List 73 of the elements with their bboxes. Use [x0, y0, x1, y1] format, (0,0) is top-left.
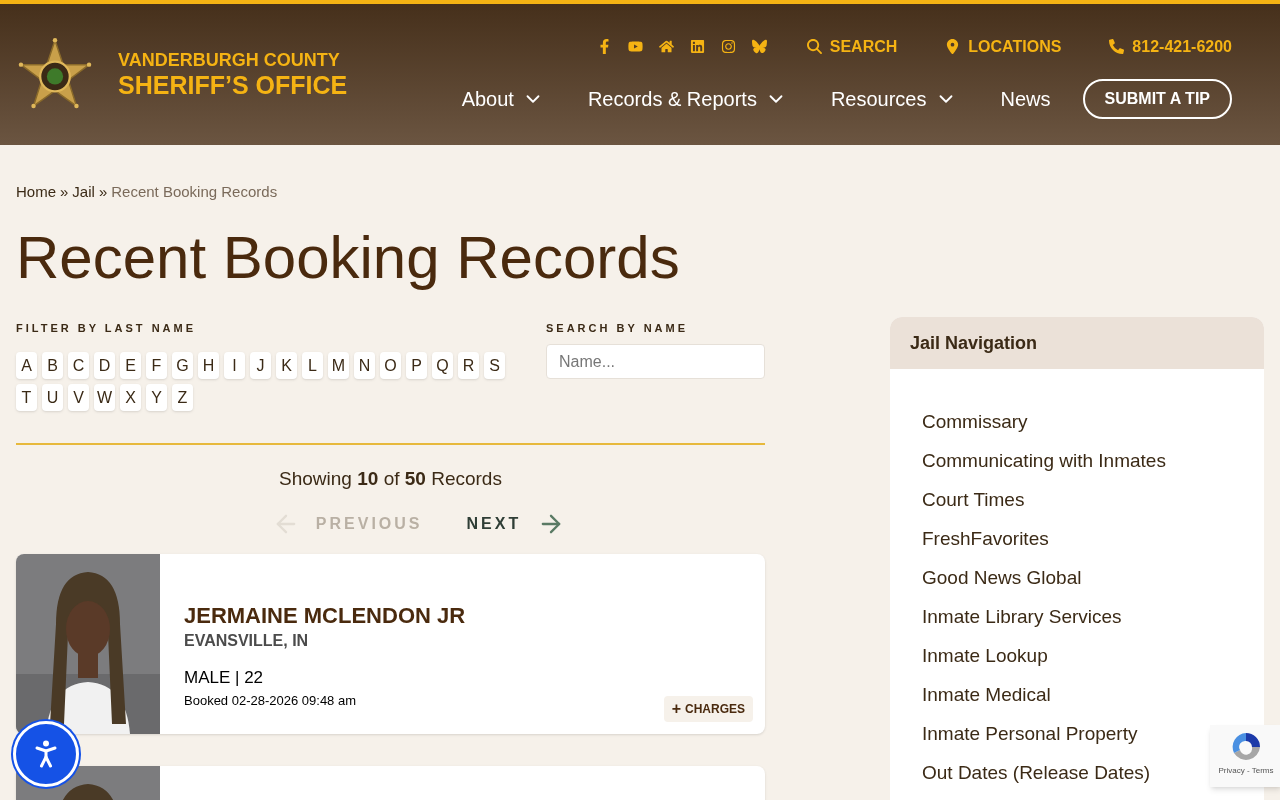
search-label: SEARCH BY NAME — [546, 320, 690, 336]
letter-filter-button[interactable]: V — [68, 384, 89, 411]
sidebar-link[interactable]: Inmate Medical — [922, 684, 1051, 705]
sidebar-link[interactable]: Court Times — [922, 489, 1025, 510]
letter-filter-button[interactable]: D — [94, 352, 115, 379]
linkedin-icon[interactable] — [689, 39, 705, 54]
recaptcha-links[interactable]: Privacy - Terms — [1218, 765, 1274, 777]
letter-filter-button[interactable]: S — [484, 352, 505, 379]
accessibility-button[interactable] — [13, 721, 79, 787]
sidebar-link[interactable]: Commissary — [922, 411, 1028, 432]
inmate-name[interactable]: JERMAINE MCLENDON JR — [184, 601, 753, 629]
page-title: Recent Booking Records — [16, 227, 681, 288]
map-pin-icon — [945, 39, 961, 54]
letter-filter-button[interactable]: E — [120, 352, 141, 379]
letter-filter-button[interactable]: Y — [146, 384, 167, 411]
utility-link[interactable]: LOCATIONS — [945, 34, 1062, 59]
filter-label: FILTER BY LAST NAME — [16, 320, 198, 336]
letter-filter-button[interactable]: O — [380, 352, 401, 379]
utility-link[interactable]: SEARCH — [806, 34, 898, 59]
letter-filter-button[interactable]: B — [42, 352, 63, 379]
org-title: SHERIFF’S OFFICE — [118, 73, 348, 98]
letter-filter-button[interactable]: P — [406, 352, 427, 379]
sex-age: MALE | 22 — [184, 667, 265, 689]
submit-tip-button[interactable]: SUBMIT A TIP — [1082, 78, 1232, 119]
sidebar-link[interactable]: Inmate Personal Property — [922, 723, 1138, 744]
panel-title: Jail Navigation — [910, 331, 1038, 355]
letter-filter-button[interactable]: U — [42, 384, 63, 411]
letter-filter-button[interactable]: K — [276, 352, 297, 379]
nav-link[interactable]: News — [1000, 83, 1051, 114]
letter-filter-button[interactable]: M — [328, 352, 349, 379]
current-page-text: Recent Booking Records — [111, 182, 278, 202]
charges-button[interactable]: + CHARGES — [663, 695, 753, 722]
booked-date: Booked 02-28-2026 09:48 am — [184, 691, 356, 710]
letter-filter-button[interactable]: Z — [172, 384, 193, 411]
letter-filter-button[interactable]: H — [198, 352, 219, 379]
home-icon[interactable] — [658, 39, 674, 54]
letter-filter-button[interactable]: A — [16, 352, 37, 379]
search-icon — [806, 39, 822, 54]
name-search-field[interactable]: Name... — [546, 344, 765, 379]
breadcrumb-link[interactable]: Jail — [72, 181, 95, 204]
utility-link[interactable]: 812-421-6200 — [1109, 34, 1232, 59]
letter-filter-button[interactable]: W — [94, 384, 115, 411]
letter-filter-button[interactable]: L — [302, 352, 323, 379]
letter-filter-button[interactable]: T — [16, 384, 37, 411]
nav-link[interactable]: Resources — [830, 83, 957, 114]
nav-link[interactable]: About — [461, 83, 544, 114]
sidebar-link[interactable]: Good News Global — [922, 567, 1082, 588]
records-summary: Showing 10 of 50 Records — [278, 467, 503, 491]
letter-filter-button[interactable]: X — [120, 384, 141, 411]
butterfly-icon[interactable] — [751, 39, 767, 54]
letter-filter-button[interactable]: F — [146, 352, 167, 379]
letter-filter-button[interactable]: Q — [432, 352, 453, 379]
instagram-icon[interactable] — [720, 39, 736, 54]
sidebar-link[interactable]: FreshFavorites — [922, 528, 1049, 549]
sidebar-link[interactable]: Inmate Lookup — [922, 645, 1048, 666]
org-name: VANDERBURGH COUNTY — [118, 51, 341, 69]
sidebar-link[interactable]: Out Dates (Release Dates) — [922, 762, 1151, 783]
letter-filter-button[interactable]: N — [354, 352, 375, 379]
breadcrumb-separator: » — [98, 182, 108, 202]
nav-link[interactable]: Records & Reports — [587, 83, 787, 114]
youtube-icon[interactable] — [627, 39, 643, 54]
letter-filter-button[interactable]: I — [224, 352, 245, 379]
letter-filter-button[interactable]: C — [68, 352, 89, 379]
sidebar-link[interactable]: Inmate Library Services — [922, 606, 1122, 627]
letter-filter-button[interactable]: G — [172, 352, 193, 379]
next-button[interactable]: NEXT — [466, 509, 566, 538]
sidebar-link[interactable]: Communicating with Inmates — [922, 450, 1166, 471]
inmate-city: EVANSVILLE, IN — [184, 631, 310, 651]
breadcrumb-separator: » — [60, 182, 69, 202]
letter-filter-button[interactable]: R — [458, 352, 479, 379]
breadcrumb-link[interactable]: Home — [16, 181, 56, 204]
phone-icon — [1109, 39, 1125, 54]
letter-filter-button[interactable]: J — [250, 352, 271, 379]
